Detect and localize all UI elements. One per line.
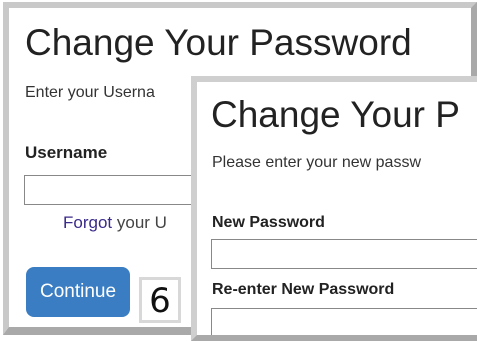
instruction-text: Please enter your new passw [212, 154, 421, 171]
page-title: Change Your Password [25, 22, 412, 63]
new-password-input[interactable] [211, 239, 477, 269]
forgot-username-link[interactable]: Forgot [63, 213, 112, 232]
username-label: Username [25, 143, 108, 162]
instruction-text: Enter your Userna [25, 84, 155, 101]
continue-button[interactable]: Continue [26, 267, 130, 317]
new-password-label: New Password [212, 214, 325, 231]
reenter-password-label: Re-enter New Password [212, 281, 395, 298]
page-title: Change Your P [211, 94, 460, 135]
step-number-badge: 6 [139, 277, 181, 323]
forgot-username-text: your U [112, 213, 167, 232]
reenter-password-input[interactable] [211, 308, 477, 335]
forgot-username-row: Forgot your U [63, 213, 167, 233]
change-password-panel-step2: Change Your P Please enter your new pass… [191, 76, 477, 341]
